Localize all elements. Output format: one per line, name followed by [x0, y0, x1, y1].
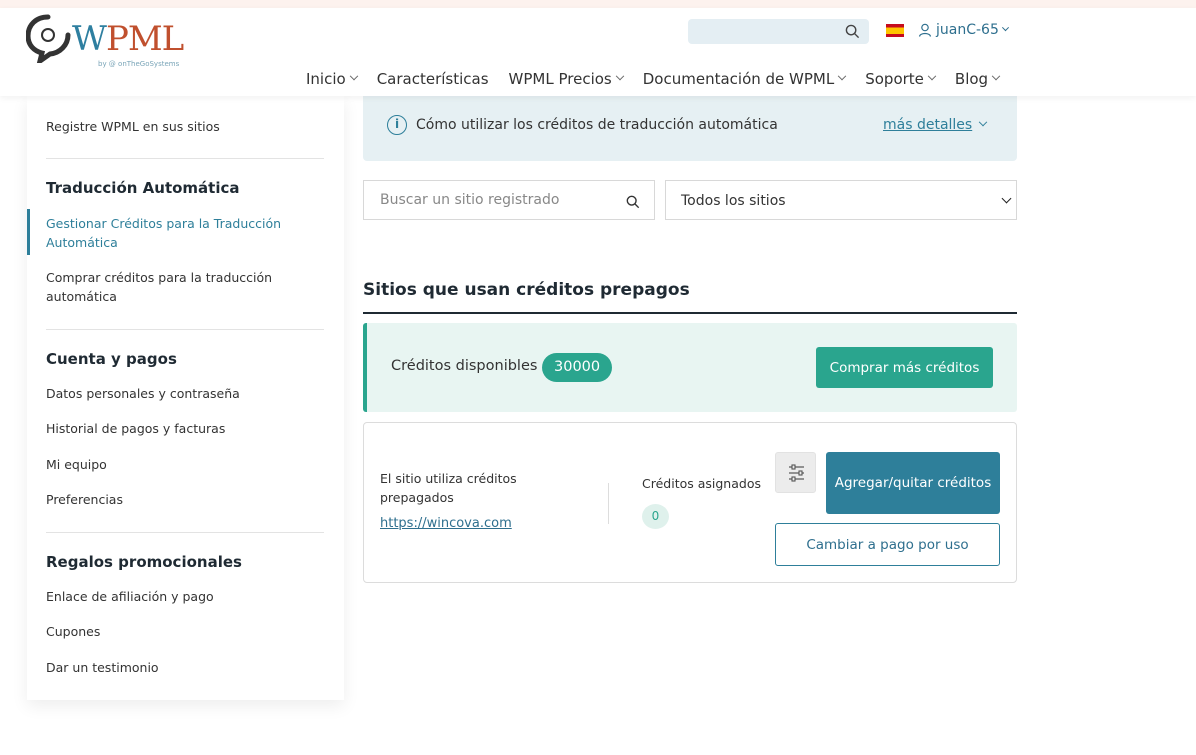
info-icon: i: [387, 115, 407, 135]
info-banner: i Cómo utilizar los créditos de traducci…: [363, 96, 1017, 161]
chevron-down-icon: [927, 71, 937, 81]
nav-item-caracteristicas[interactable]: Características: [377, 70, 489, 88]
logo-mark-icon: [26, 14, 71, 63]
assigned-credits-badge: 0: [642, 504, 669, 529]
sidebar-item-buy-credits[interactable]: Comprar créditos para la traducción auto…: [46, 268, 296, 306]
site-credit-mode: El sitio utiliza créditos prepagados: [380, 471, 517, 505]
user-menu[interactable]: juanC-65: [918, 22, 1009, 38]
sidebar-heading-auto-translation: Traducción Automática: [46, 179, 240, 197]
sidebar-item-testimonial[interactable]: Dar un testimonio: [46, 658, 296, 677]
top-stripe: [0, 0, 1196, 8]
nav-item-inicio[interactable]: Inicio: [306, 70, 358, 88]
settings-sliders-button[interactable]: [775, 452, 816, 493]
nav-item-soporte[interactable]: Soporte: [865, 70, 937, 88]
site-search-input[interactable]: [364, 181, 624, 219]
main-nav: Inicio Características WPML Precios Docu…: [306, 70, 1001, 88]
sidebar-item-my-team[interactable]: Mi equipo: [46, 455, 296, 474]
chevron-down-icon: [978, 117, 988, 127]
sidebar-item-preferences[interactable]: Preferencias: [46, 490, 296, 509]
nav-item-precios[interactable]: WPML Precios: [509, 70, 624, 88]
nav-item-documentacion[interactable]: Documentación de WPML: [643, 70, 847, 88]
assigned-credits-label: Créditos asignados: [642, 476, 761, 491]
search-icon[interactable]: [845, 24, 860, 43]
chevron-down-icon: [349, 71, 358, 81]
site-search-field: [363, 180, 655, 220]
section-underline: [363, 312, 1017, 314]
credits-badge: 30000: [542, 353, 613, 382]
sidebar-item-personal-data[interactable]: Datos personales y contraseña: [46, 384, 296, 403]
logo-byline: by @ onTheGoSystems: [98, 60, 180, 68]
buy-more-credits-button[interactable]: Comprar más créditos: [816, 347, 993, 388]
sidebar-divider: [46, 158, 324, 159]
sidebar-item-manage-credits[interactable]: Gestionar Créditos para la Traducción Au…: [46, 214, 296, 252]
sidebar-divider: [46, 532, 324, 533]
chevron-down-icon: [615, 71, 624, 81]
info-text: Cómo utilizar los créditos de traducción…: [416, 117, 778, 133]
more-details-link[interactable]: más detalles: [883, 117, 988, 133]
sidebar-item-register-sites[interactable]: Registre WPML en sus sitios: [46, 117, 296, 136]
available-credits-panel: Créditos disponibles 30000 Comprar más c…: [363, 323, 1017, 412]
site-card: El sitio utiliza créditos prepagados htt…: [363, 422, 1017, 583]
sidebar-heading-promo: Regalos promocionales: [46, 553, 242, 571]
spain-flag-icon[interactable]: [886, 24, 904, 37]
site-filter-select[interactable]: Todos los sitios: [665, 180, 1017, 220]
sidebar-item-affiliate[interactable]: Enlace de afiliación y pago: [46, 587, 296, 606]
card-divider: [608, 483, 609, 524]
credits-label: Créditos disponibles: [391, 358, 538, 374]
header-search-input[interactable]: [688, 19, 869, 44]
chevron-down-icon: [1001, 23, 1009, 31]
wpml-logo[interactable]: WPML by @ onTheGoSystems: [26, 11, 186, 73]
site-filter-value: Todos los sitios: [681, 193, 786, 209]
user-icon: [918, 23, 932, 37]
logo-wordmark: WPML: [72, 19, 184, 59]
section-title: Sitios que usan créditos prepagos: [363, 280, 690, 300]
chevron-down-icon: [991, 71, 1001, 81]
username: juanC-65: [936, 22, 999, 38]
account-sidebar: Registre WPML en sus sitios Traducción A…: [27, 96, 344, 700]
chevron-down-icon: [837, 71, 847, 81]
site-url-link[interactable]: https://wincova.com: [380, 516, 512, 531]
sidebar-active-indicator: [27, 209, 30, 255]
sidebar-heading-account: Cuenta y pagos: [46, 350, 177, 368]
sidebar-divider: [46, 329, 324, 330]
sliders-icon: [789, 464, 804, 482]
chevron-down-icon: [1001, 193, 1012, 204]
search-icon[interactable]: [626, 194, 640, 213]
nav-item-blog[interactable]: Blog: [955, 70, 1001, 88]
site-header: WPML by @ onTheGoSystems juanC-65 Inicio…: [0, 8, 1196, 96]
switch-to-payg-button[interactable]: Cambiar a pago por uso: [775, 523, 1000, 566]
sidebar-item-payment-history[interactable]: Historial de pagos y facturas: [46, 419, 296, 438]
add-remove-credits-button[interactable]: Agregar/quitar créditos: [826, 452, 1000, 514]
sidebar-item-coupons[interactable]: Cupones: [46, 622, 296, 641]
